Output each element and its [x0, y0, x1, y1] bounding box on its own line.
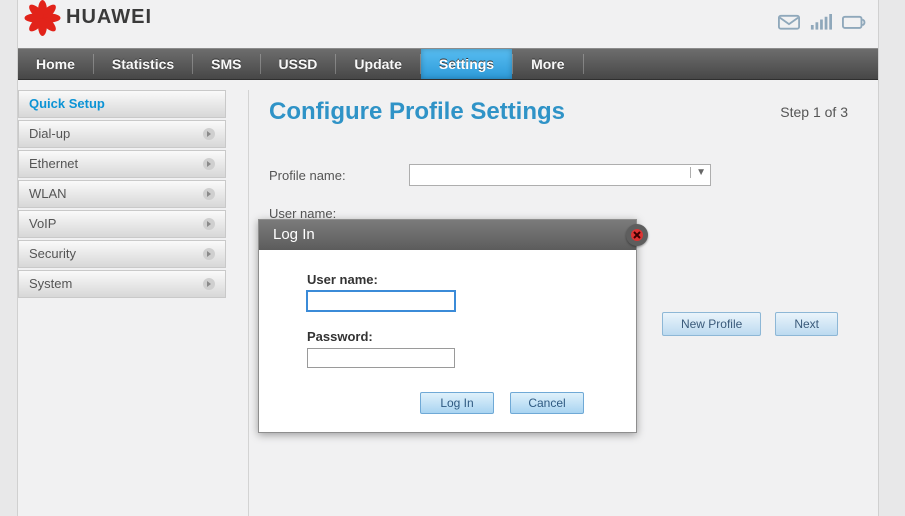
page-title: Configure Profile Settings — [269, 98, 858, 126]
signal-icon[interactable] — [810, 14, 832, 32]
header: HUAWEI — [18, 0, 878, 44]
sidebar-item-quick-setup[interactable]: Quick Setup — [18, 90, 226, 118]
sidebar-item-wlan[interactable]: WLAN — [18, 180, 226, 208]
chevron-right-icon — [203, 248, 215, 260]
nav-item-settings[interactable]: Settings — [421, 49, 512, 79]
nav-item-home[interactable]: Home — [18, 49, 93, 79]
login-modal-title-text: Log In — [273, 226, 315, 243]
page-root: HUAWEI HomeStatisticsSMSUSSDUpdateSettin… — [0, 0, 905, 516]
sidebar-item-voip[interactable]: VoIP — [18, 210, 226, 238]
chevron-right-icon — [203, 188, 215, 200]
login-user-label: User name: — [307, 272, 588, 287]
main-nav: HomeStatisticsSMSUSSDUpdateSettingsMore — [18, 48, 878, 80]
sidebar-item-ethernet[interactable]: Ethernet — [18, 150, 226, 178]
new-profile-button[interactable]: New Profile — [662, 312, 761, 336]
sidebar-item-label: Security — [29, 241, 76, 267]
nav-item-sms[interactable]: SMS — [193, 49, 259, 79]
nav-item-ussd[interactable]: USSD — [261, 49, 336, 79]
chevron-right-icon — [203, 218, 215, 230]
wizard-step: Step 1 of 3 — [780, 104, 848, 120]
sidebar-item-label: Dial-up — [29, 121, 70, 147]
row-profile-name: Profile name: — [269, 164, 858, 186]
login-modal: Log In User name: Password: Log In Cance… — [258, 219, 637, 433]
login-modal-title: Log In — [259, 220, 636, 250]
sidebar-item-label: WLAN — [29, 181, 67, 207]
login-button[interactable]: Log In — [420, 392, 494, 414]
huawei-flower-icon — [26, 0, 60, 34]
sidebar-item-security[interactable]: Security — [18, 240, 226, 268]
label-profile-name: Profile name: — [269, 168, 409, 183]
cancel-button[interactable]: Cancel — [510, 392, 584, 414]
brand-logo: HUAWEI — [26, 0, 152, 34]
sidebar-item-system[interactable]: System — [18, 270, 226, 298]
sidebar-item-label: Quick Setup — [29, 91, 105, 117]
status-icons — [778, 14, 868, 32]
login-modal-body: User name: Password: Log In Cancel — [259, 250, 636, 432]
sidebar: Quick Setup Dial-up Ethernet WLAN VoIP Securi… — [18, 90, 226, 300]
sidebar-item-dial-up[interactable]: Dial-up — [18, 120, 226, 148]
next-button[interactable]: Next — [775, 312, 838, 336]
sidebar-item-label: VoIP — [29, 211, 56, 237]
wizard-buttons: New Profile Next — [662, 312, 838, 336]
nav-item-statistics[interactable]: Statistics — [94, 49, 192, 79]
chevron-right-icon — [203, 278, 215, 290]
close-icon[interactable] — [626, 224, 648, 246]
sidebar-item-label: System — [29, 271, 72, 297]
profile-name-select[interactable] — [409, 164, 711, 186]
mail-icon[interactable] — [778, 14, 800, 32]
chevron-right-icon — [203, 128, 215, 140]
login-pass-input[interactable] — [307, 348, 455, 368]
nav-item-update[interactable]: Update — [336, 49, 419, 79]
login-pass-label: Password: — [307, 329, 588, 344]
sidebar-item-label: Ethernet — [29, 151, 78, 177]
chevron-right-icon — [203, 158, 215, 170]
nav-item-more[interactable]: More — [513, 49, 582, 79]
login-user-input[interactable] — [307, 291, 455, 311]
login-modal-buttons: Log In Cancel — [307, 392, 588, 414]
brand-name: HUAWEI — [66, 6, 152, 29]
network-icon[interactable] — [842, 14, 868, 32]
nav-separator — [583, 54, 584, 74]
